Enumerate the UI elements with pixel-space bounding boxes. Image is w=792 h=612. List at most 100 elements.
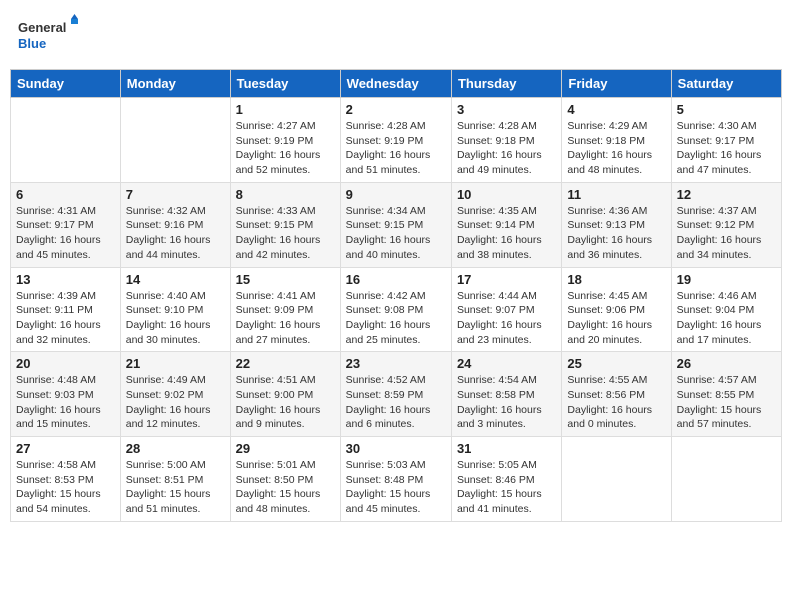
day-number: 30 [346, 441, 446, 456]
week-row-5: 27 Sunrise: 4:58 AMSunset: 8:53 PMDaylig… [11, 437, 782, 522]
day-info: Sunrise: 4:40 AMSunset: 9:10 PMDaylight:… [126, 290, 211, 346]
day-number: 19 [677, 272, 776, 287]
day-info: Sunrise: 4:28 AMSunset: 9:19 PMDaylight:… [346, 120, 431, 176]
day-info: Sunrise: 4:54 AMSunset: 8:58 PMDaylight:… [457, 374, 542, 430]
svg-text:Blue: Blue [18, 36, 46, 51]
day-number: 23 [346, 356, 446, 371]
day-info: Sunrise: 4:39 AMSunset: 9:11 PMDaylight:… [16, 290, 101, 346]
day-info: Sunrise: 4:28 AMSunset: 9:18 PMDaylight:… [457, 120, 542, 176]
day-number: 25 [567, 356, 665, 371]
calendar-cell: 16 Sunrise: 4:42 AMSunset: 9:08 PMDaylig… [340, 267, 451, 352]
calendar-cell: 9 Sunrise: 4:34 AMSunset: 9:15 PMDayligh… [340, 182, 451, 267]
weekday-header-monday: Monday [120, 70, 230, 98]
calendar-cell: 13 Sunrise: 4:39 AMSunset: 9:11 PMDaylig… [11, 267, 121, 352]
week-row-1: 1 Sunrise: 4:27 AMSunset: 9:19 PMDayligh… [11, 98, 782, 183]
day-number: 6 [16, 187, 115, 202]
day-info: Sunrise: 4:29 AMSunset: 9:18 PMDaylight:… [567, 120, 652, 176]
day-number: 16 [346, 272, 446, 287]
day-info: Sunrise: 4:46 AMSunset: 9:04 PMDaylight:… [677, 290, 762, 346]
day-info: Sunrise: 4:37 AMSunset: 9:12 PMDaylight:… [677, 205, 762, 261]
calendar: SundayMondayTuesdayWednesdayThursdayFrid… [10, 69, 782, 522]
day-info: Sunrise: 4:55 AMSunset: 8:56 PMDaylight:… [567, 374, 652, 430]
calendar-cell: 27 Sunrise: 4:58 AMSunset: 8:53 PMDaylig… [11, 437, 121, 522]
day-info: Sunrise: 4:57 AMSunset: 8:55 PMDaylight:… [677, 374, 762, 430]
day-number: 12 [677, 187, 776, 202]
day-info: Sunrise: 4:45 AMSunset: 9:06 PMDaylight:… [567, 290, 652, 346]
calendar-cell: 30 Sunrise: 5:03 AMSunset: 8:48 PMDaylig… [340, 437, 451, 522]
calendar-cell: 3 Sunrise: 4:28 AMSunset: 9:18 PMDayligh… [451, 98, 561, 183]
day-number: 2 [346, 102, 446, 117]
calendar-cell: 25 Sunrise: 4:55 AMSunset: 8:56 PMDaylig… [562, 352, 671, 437]
calendar-cell [562, 437, 671, 522]
calendar-cell: 6 Sunrise: 4:31 AMSunset: 9:17 PMDayligh… [11, 182, 121, 267]
calendar-cell: 28 Sunrise: 5:00 AMSunset: 8:51 PMDaylig… [120, 437, 230, 522]
calendar-cell: 12 Sunrise: 4:37 AMSunset: 9:12 PMDaylig… [671, 182, 781, 267]
day-number: 13 [16, 272, 115, 287]
day-info: Sunrise: 4:34 AMSunset: 9:15 PMDaylight:… [346, 205, 431, 261]
calendar-cell: 11 Sunrise: 4:36 AMSunset: 9:13 PMDaylig… [562, 182, 671, 267]
weekday-header-wednesday: Wednesday [340, 70, 451, 98]
calendar-cell: 7 Sunrise: 4:32 AMSunset: 9:16 PMDayligh… [120, 182, 230, 267]
week-row-3: 13 Sunrise: 4:39 AMSunset: 9:11 PMDaylig… [11, 267, 782, 352]
day-info: Sunrise: 4:51 AMSunset: 9:00 PMDaylight:… [236, 374, 321, 430]
day-number: 26 [677, 356, 776, 371]
week-row-4: 20 Sunrise: 4:48 AMSunset: 9:03 PMDaylig… [11, 352, 782, 437]
calendar-cell: 10 Sunrise: 4:35 AMSunset: 9:14 PMDaylig… [451, 182, 561, 267]
day-info: Sunrise: 4:36 AMSunset: 9:13 PMDaylight:… [567, 205, 652, 261]
calendar-cell: 5 Sunrise: 4:30 AMSunset: 9:17 PMDayligh… [671, 98, 781, 183]
day-info: Sunrise: 4:49 AMSunset: 9:02 PMDaylight:… [126, 374, 211, 430]
calendar-cell: 20 Sunrise: 4:48 AMSunset: 9:03 PMDaylig… [11, 352, 121, 437]
weekday-header-tuesday: Tuesday [230, 70, 340, 98]
calendar-cell: 1 Sunrise: 4:27 AMSunset: 9:19 PMDayligh… [230, 98, 340, 183]
day-number: 31 [457, 441, 556, 456]
day-info: Sunrise: 5:03 AMSunset: 8:48 PMDaylight:… [346, 459, 431, 515]
calendar-cell: 4 Sunrise: 4:29 AMSunset: 9:18 PMDayligh… [562, 98, 671, 183]
day-info: Sunrise: 4:41 AMSunset: 9:09 PMDaylight:… [236, 290, 321, 346]
weekday-header-friday: Friday [562, 70, 671, 98]
day-number: 24 [457, 356, 556, 371]
calendar-cell: 17 Sunrise: 4:44 AMSunset: 9:07 PMDaylig… [451, 267, 561, 352]
day-number: 11 [567, 187, 665, 202]
day-info: Sunrise: 4:31 AMSunset: 9:17 PMDaylight:… [16, 205, 101, 261]
day-number: 8 [236, 187, 335, 202]
calendar-cell: 29 Sunrise: 5:01 AMSunset: 8:50 PMDaylig… [230, 437, 340, 522]
calendar-cell: 24 Sunrise: 4:54 AMSunset: 8:58 PMDaylig… [451, 352, 561, 437]
day-number: 22 [236, 356, 335, 371]
calendar-cell: 14 Sunrise: 4:40 AMSunset: 9:10 PMDaylig… [120, 267, 230, 352]
calendar-cell: 15 Sunrise: 4:41 AMSunset: 9:09 PMDaylig… [230, 267, 340, 352]
day-info: Sunrise: 4:52 AMSunset: 8:59 PMDaylight:… [346, 374, 431, 430]
day-number: 29 [236, 441, 335, 456]
calendar-cell [671, 437, 781, 522]
day-number: 5 [677, 102, 776, 117]
logo-svg: General Blue [18, 14, 78, 59]
header: General Blue [10, 10, 782, 63]
calendar-cell: 23 Sunrise: 4:52 AMSunset: 8:59 PMDaylig… [340, 352, 451, 437]
logo: General Blue [18, 14, 78, 59]
day-info: Sunrise: 4:44 AMSunset: 9:07 PMDaylight:… [457, 290, 542, 346]
day-number: 1 [236, 102, 335, 117]
day-number: 9 [346, 187, 446, 202]
day-info: Sunrise: 5:01 AMSunset: 8:50 PMDaylight:… [236, 459, 321, 515]
calendar-cell: 18 Sunrise: 4:45 AMSunset: 9:06 PMDaylig… [562, 267, 671, 352]
day-number: 3 [457, 102, 556, 117]
day-info: Sunrise: 4:27 AMSunset: 9:19 PMDaylight:… [236, 120, 321, 176]
weekday-header-saturday: Saturday [671, 70, 781, 98]
calendar-cell [11, 98, 121, 183]
day-info: Sunrise: 4:32 AMSunset: 9:16 PMDaylight:… [126, 205, 211, 261]
calendar-cell: 26 Sunrise: 4:57 AMSunset: 8:55 PMDaylig… [671, 352, 781, 437]
day-number: 27 [16, 441, 115, 456]
calendar-cell: 2 Sunrise: 4:28 AMSunset: 9:19 PMDayligh… [340, 98, 451, 183]
day-number: 28 [126, 441, 225, 456]
day-info: Sunrise: 5:05 AMSunset: 8:46 PMDaylight:… [457, 459, 542, 515]
day-number: 17 [457, 272, 556, 287]
calendar-cell: 8 Sunrise: 4:33 AMSunset: 9:15 PMDayligh… [230, 182, 340, 267]
day-number: 4 [567, 102, 665, 117]
calendar-cell: 19 Sunrise: 4:46 AMSunset: 9:04 PMDaylig… [671, 267, 781, 352]
day-info: Sunrise: 4:42 AMSunset: 9:08 PMDaylight:… [346, 290, 431, 346]
day-info: Sunrise: 4:33 AMSunset: 9:15 PMDaylight:… [236, 205, 321, 261]
day-number: 15 [236, 272, 335, 287]
day-number: 18 [567, 272, 665, 287]
day-info: Sunrise: 4:48 AMSunset: 9:03 PMDaylight:… [16, 374, 101, 430]
svg-text:General: General [18, 20, 66, 35]
day-number: 21 [126, 356, 225, 371]
